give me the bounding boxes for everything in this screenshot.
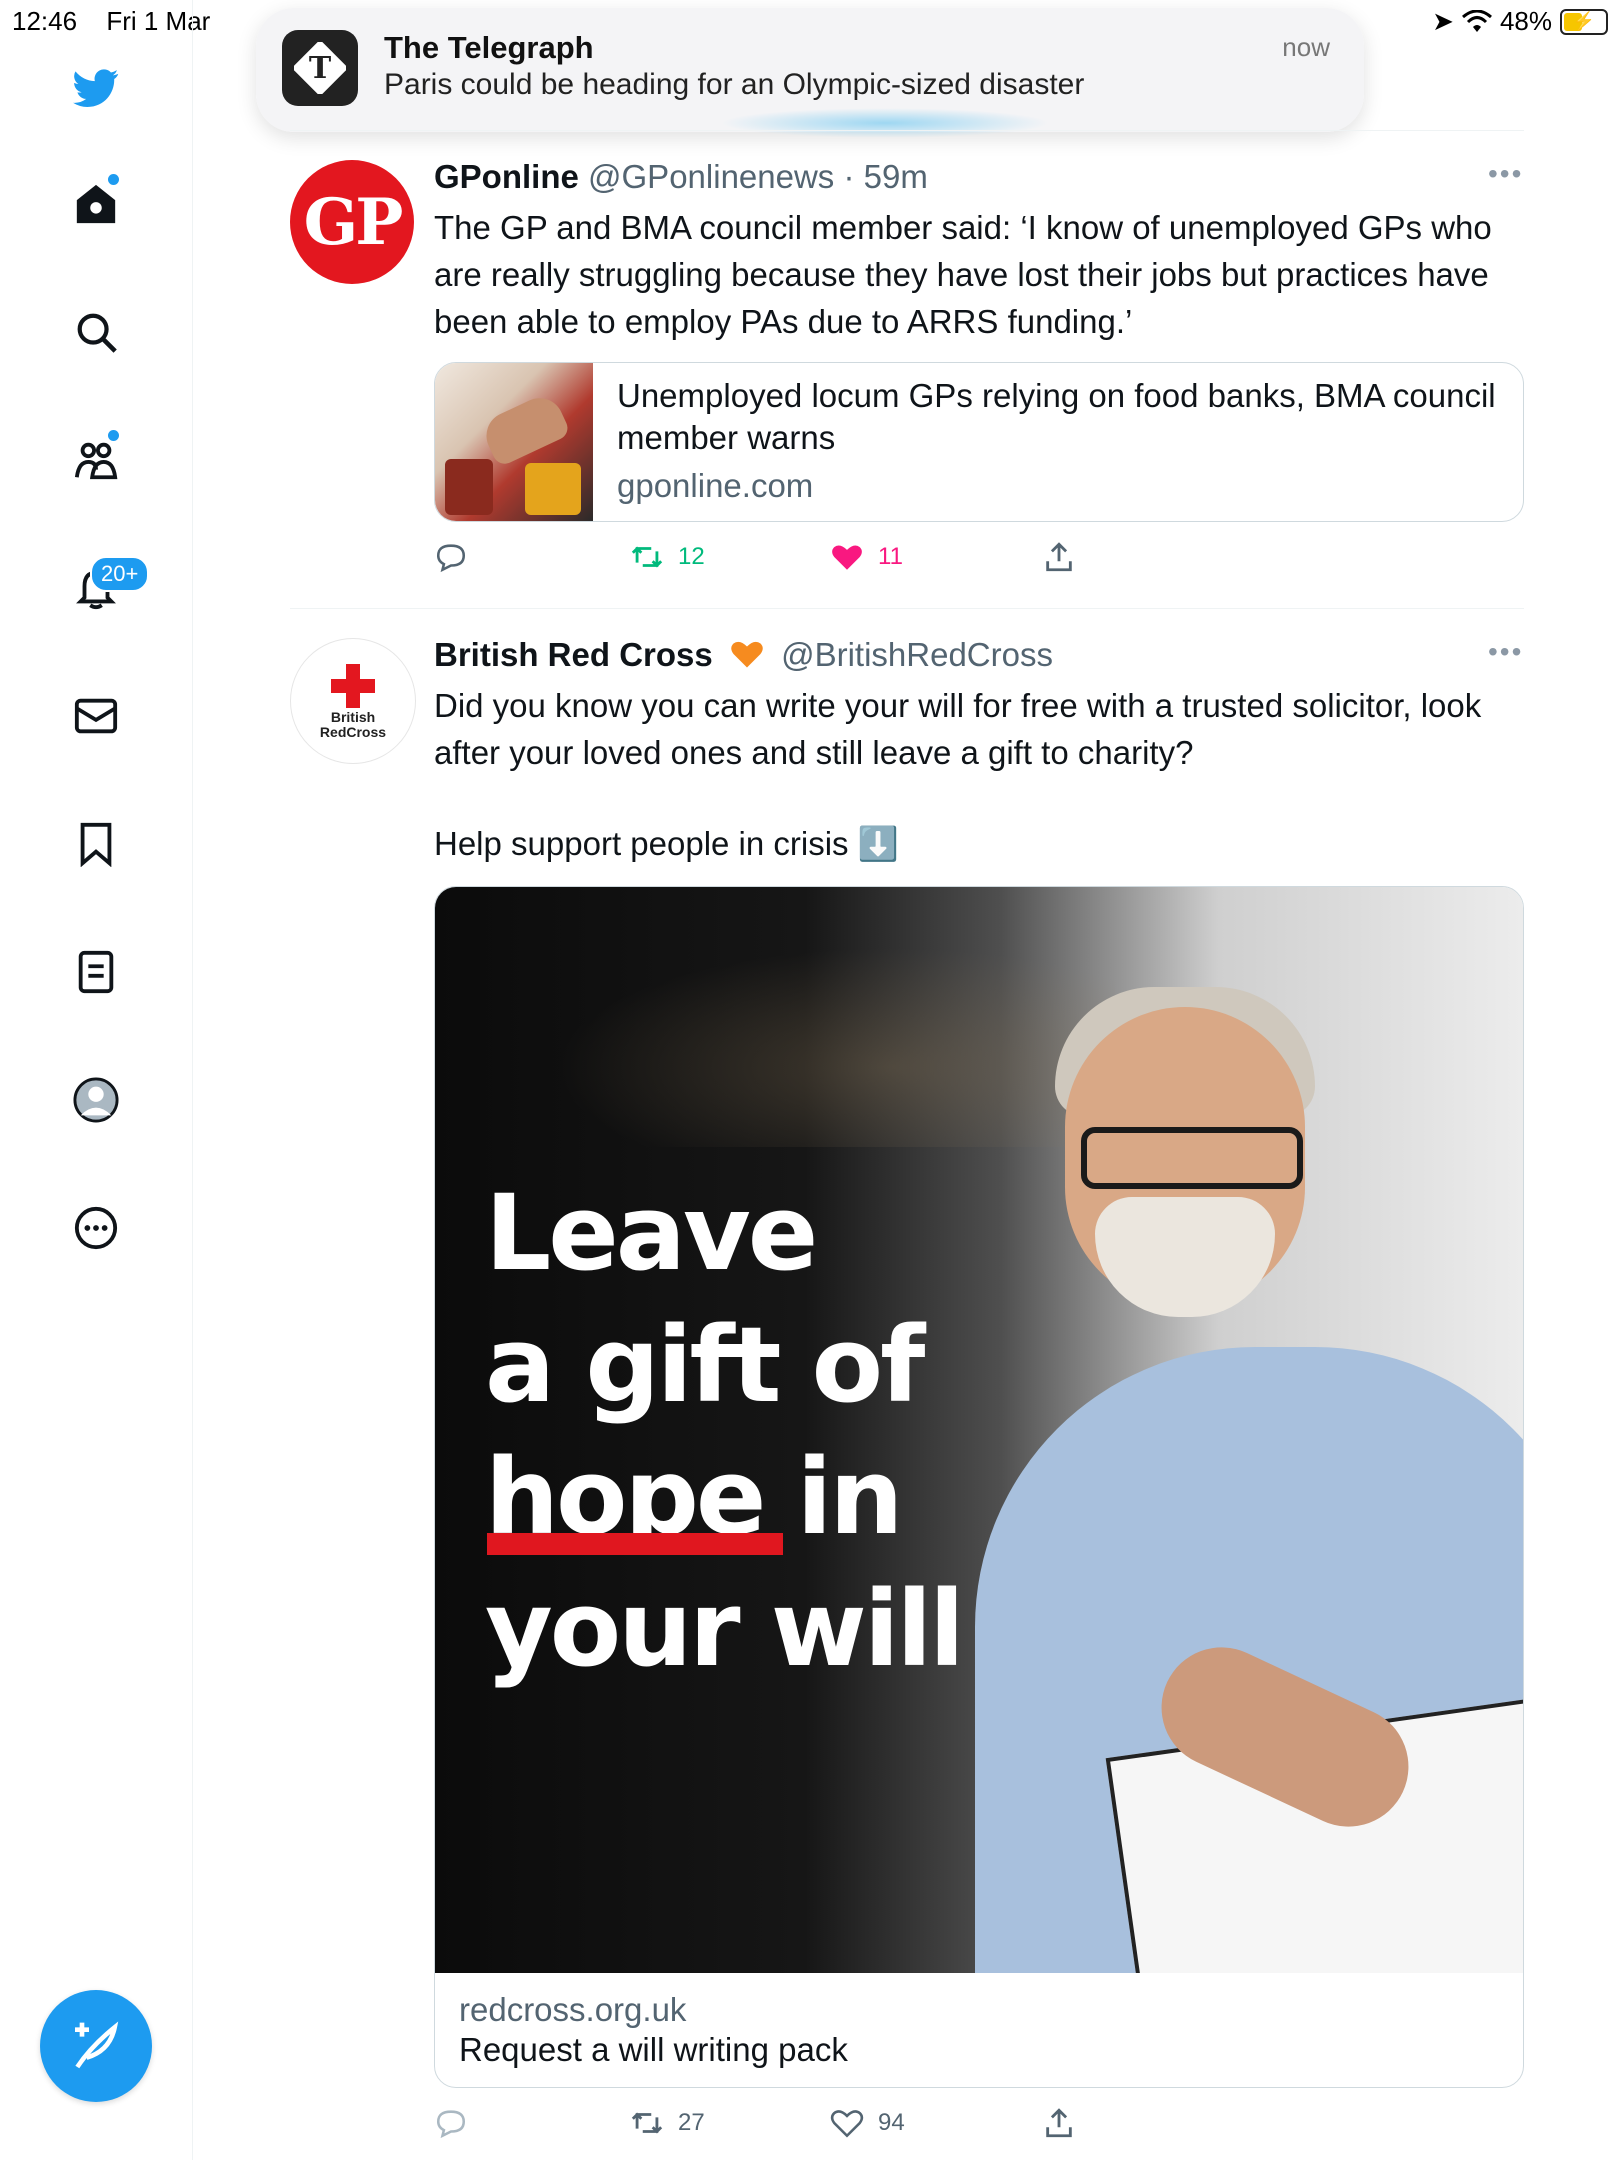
lists-icon[interactable]	[64, 940, 128, 1004]
share-icon	[1046, 2108, 1072, 2138]
headline-line4: your will	[485, 1568, 965, 1690]
search-icon[interactable]	[64, 300, 128, 364]
tweet-time: 59m	[863, 158, 928, 195]
messages-icon[interactable]	[64, 684, 128, 748]
share-button[interactable]	[1042, 2106, 1076, 2140]
tweet-text: The GP and BMA council member said: ‘I k…	[434, 209, 1492, 340]
wifi-icon	[1461, 9, 1492, 32]
tweet-divider	[290, 130, 1524, 131]
author-name[interactable]: British Red Cross	[434, 636, 713, 673]
link-preview-card[interactable]: Unemployed locum GPs relying on food ban…	[434, 362, 1524, 522]
tweet-text: Did you know you can write your will for…	[434, 687, 1482, 771]
british-red-cross-avatar[interactable]: British RedCross	[290, 638, 416, 764]
like-button[interactable]: 94	[830, 2106, 905, 2140]
like-button[interactable]: 11	[830, 540, 903, 574]
retweet-button[interactable]: 27	[630, 2106, 705, 2140]
heart-filled-icon	[832, 545, 862, 570]
link-domain: gponline.com	[617, 467, 814, 504]
tweet-actions: 12 11	[434, 540, 1134, 580]
retweet-icon	[631, 2112, 663, 2134]
retweet-count: 27	[678, 2109, 705, 2136]
tweet-actions: 27 94	[434, 2106, 1134, 2146]
home-unread-dot	[108, 174, 119, 185]
location-icon: ➤	[1432, 6, 1454, 36]
status-bar-right: ➤ 48% ⚡	[1432, 6, 1608, 37]
notification-time: now	[1282, 32, 1330, 62]
retweet-icon	[631, 546, 663, 568]
share-icon	[1046, 542, 1072, 572]
tweet-divider	[290, 608, 1524, 609]
like-count: 11	[878, 543, 903, 570]
link-title: Unemployed locum GPs relying on food ban…	[617, 377, 1496, 456]
share-button[interactable]	[1042, 540, 1076, 574]
gponline-avatar[interactable]: GP	[290, 160, 414, 284]
more-options-icon[interactable]	[64, 1196, 128, 1260]
headline-line2: a gift of	[485, 1304, 925, 1426]
tweet-more-icon[interactable]: •••	[1488, 158, 1523, 190]
notification-app-name: The Telegraph	[384, 30, 594, 65]
communities-unread-dot	[108, 430, 119, 441]
orange-heart-icon	[731, 641, 763, 668]
bookmark-icon[interactable]	[64, 812, 128, 876]
tweet-more-icon[interactable]: •••	[1488, 636, 1523, 668]
media-domain: redcross.org.uk	[459, 1991, 687, 2028]
headline-underline	[487, 1533, 783, 1555]
tweet-header: British Red Cross @BritishRedCross	[434, 636, 1053, 674]
reply-button[interactable]	[434, 2106, 468, 2140]
heart-icon	[830, 2110, 864, 2138]
notification-message: Paris could be heading for an Olympic-si…	[384, 68, 1085, 101]
compose-feather-icon	[75, 2021, 119, 2069]
profile-avatar-icon[interactable]	[64, 1068, 128, 1132]
retweet-button[interactable]: 12	[630, 540, 705, 574]
headline-line1: Leave	[485, 1172, 818, 1294]
battery-icon: ⚡	[1560, 8, 1608, 35]
compose-tweet-button[interactable]	[40, 1990, 152, 2102]
avatar-label-line2: RedCross	[319, 724, 387, 740]
communities-icon[interactable]	[64, 428, 128, 492]
avatar-label-line1: British	[330, 709, 376, 725]
telegraph-app-icon: T	[282, 30, 358, 106]
twitter-logo-icon[interactable]	[64, 56, 128, 120]
battery-percent: 48%	[1499, 6, 1552, 36]
promo-headline: Leave a gift of hope in your will	[485, 1167, 1085, 1695]
link-thumbnail	[435, 363, 593, 521]
tweet-header: GPonline @GPonlinenews · 59m	[434, 158, 928, 195]
retweet-count: 12	[678, 543, 705, 570]
sidebar: 20+	[0, 0, 193, 2160]
notifications-badge: 20+	[90, 556, 150, 592]
promo-image: Leave a gift of hope in your will	[435, 887, 1523, 1973]
reply-icon	[436, 544, 466, 573]
reply-button[interactable]	[434, 540, 468, 574]
like-count: 94	[878, 2109, 905, 2136]
red-cross-logo-icon	[331, 664, 375, 708]
banner-glow	[720, 108, 1050, 138]
media-card[interactable]: Leave a gift of hope in your will redcro…	[434, 886, 1524, 2088]
home-icon[interactable]	[64, 172, 128, 236]
author-handle: @GPonlinenews	[588, 158, 835, 195]
svg-text:T: T	[309, 51, 332, 86]
media-cta: Request a will writing pack	[459, 2031, 848, 2068]
author-name[interactable]: GPonline	[434, 158, 579, 195]
reply-icon	[436, 2110, 466, 2139]
author-handle: @BritishRedCross	[781, 636, 1053, 673]
tweet-text-line2: Help support people in crisis ⬇️	[434, 825, 899, 862]
